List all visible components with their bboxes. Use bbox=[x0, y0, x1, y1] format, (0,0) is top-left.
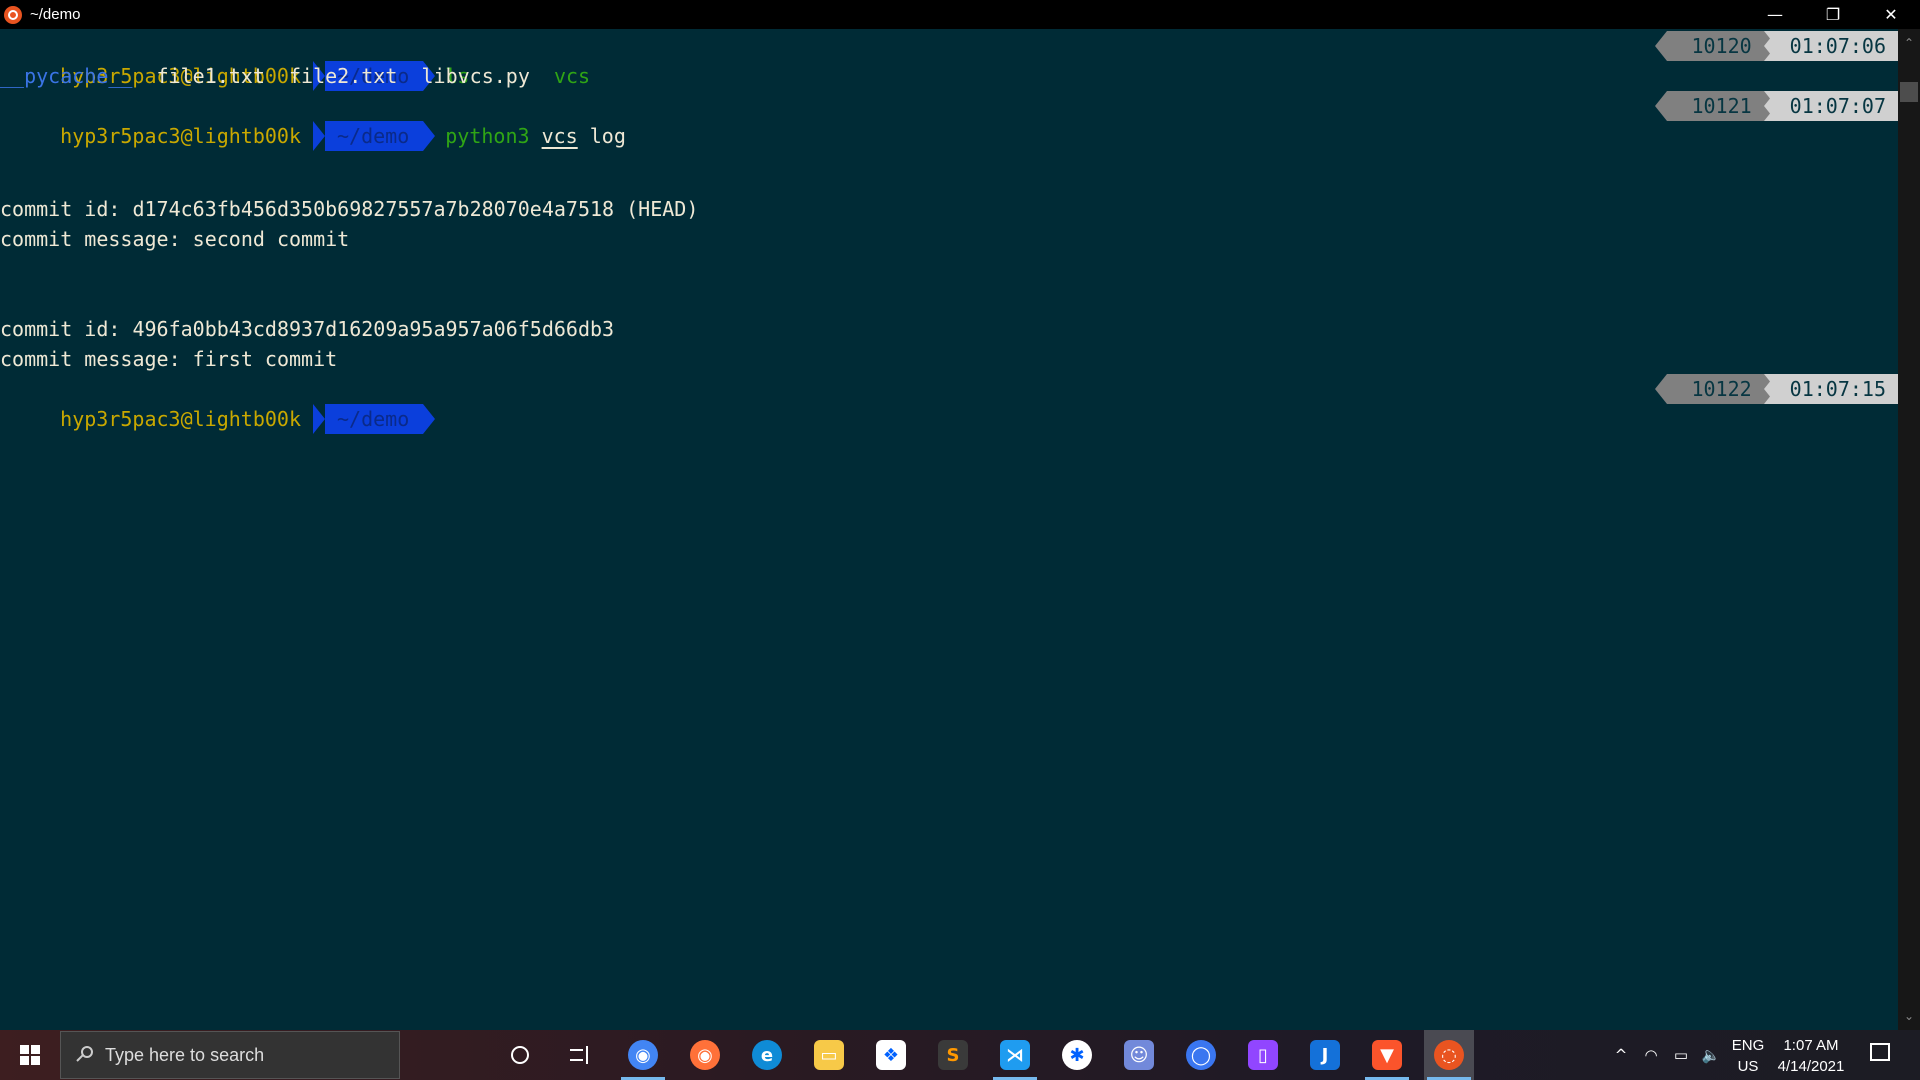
taskbar-app-dropbox[interactable]: ❖ bbox=[866, 1030, 916, 1080]
search-icon bbox=[75, 1046, 93, 1064]
taskbar: Type here to search ◉ ◉ e ▭ ❖ S ⋊ ✱ ☺ ◯ ▯ J ▼ ◌ ^ ◠ ▭… bbox=[0, 1030, 1920, 1080]
scroll-thumb[interactable] bbox=[1900, 82, 1918, 102]
ls-entry: file1.txt bbox=[156, 64, 265, 88]
right-prompt: 10121 01:07:07 bbox=[1655, 91, 1898, 121]
taskbar-app-signal[interactable]: ◯ bbox=[1176, 1030, 1226, 1080]
chevron-up-icon: ⌃ bbox=[1903, 36, 1915, 50]
clock-time: 1:07 AM bbox=[1783, 1037, 1839, 1054]
history-number: 10121 bbox=[1655, 91, 1764, 121]
file-explorer-icon: ▭ bbox=[814, 1040, 844, 1070]
brave-icon: ▼ bbox=[1372, 1040, 1402, 1070]
signal-icon: ◯ bbox=[1186, 1040, 1216, 1070]
command-arg: vcs bbox=[541, 124, 578, 148]
right-prompt: 10120 01:07:06 bbox=[1655, 31, 1898, 61]
ls-output: __pycache__ file1.txt file2.txt libvcs.p… bbox=[0, 61, 1898, 91]
search-box[interactable]: Type here to search bbox=[60, 1031, 400, 1079]
scrollbar[interactable]: ⌃ ⌄ bbox=[1898, 29, 1920, 1030]
taskbar-app-sublime-text[interactable]: S bbox=[928, 1030, 978, 1080]
taskbar-app-firefox[interactable]: ◉ bbox=[680, 1030, 730, 1080]
battery-button[interactable]: ▭ bbox=[1666, 1030, 1696, 1080]
taskbar-app-brave[interactable]: ▼ bbox=[1362, 1030, 1412, 1080]
ls-entry: file2.txt bbox=[289, 64, 398, 88]
scroll-down-button[interactable]: ⌄ bbox=[1898, 1006, 1920, 1026]
language-code: ENG bbox=[1731, 1037, 1765, 1054]
window-title-bar: ~/demo — ❐ ✕ bbox=[0, 0, 1920, 29]
window-controls: — ❐ ✕ bbox=[1746, 0, 1920, 29]
close-button[interactable]: ✕ bbox=[1862, 0, 1920, 29]
wifi-icon: ◠ bbox=[1644, 1046, 1658, 1064]
windows-icon bbox=[20, 1045, 40, 1065]
restore-icon: ❐ bbox=[1825, 5, 1841, 24]
taskbar-app-edge[interactable]: e bbox=[742, 1030, 792, 1080]
network-button[interactable]: ◠ bbox=[1636, 1030, 1666, 1080]
firefox-icon: ◉ bbox=[690, 1040, 720, 1070]
right-prompt: 10122 01:07:15 bbox=[1655, 374, 1898, 404]
terminal-view[interactable]: hyp3r5pac3@lightb00k ~/demo ls 10120 01:07… bbox=[0, 29, 1898, 1030]
prompt-line: hyp3r5pac3@lightb00k ~/demo python3 vcs lo… bbox=[0, 91, 1898, 151]
minimize-button[interactable]: — bbox=[1746, 0, 1804, 29]
log-line: commit id: 496fa0bb43cd8937d16209a95a957… bbox=[0, 317, 615, 341]
ubuntu-icon bbox=[4, 5, 22, 24]
task-view-icon bbox=[570, 1046, 590, 1064]
prompt-time: 01:07:07 bbox=[1763, 91, 1898, 121]
search-placeholder: Type here to search bbox=[105, 1044, 265, 1065]
history-number: 10122 bbox=[1655, 374, 1764, 404]
command-arg: log bbox=[589, 124, 626, 148]
battery-icon: ▭ bbox=[1673, 1046, 1689, 1064]
prompt-time: 01:07:06 bbox=[1763, 31, 1898, 61]
clock[interactable]: 1:07 AM 4/14/2021 bbox=[1770, 1035, 1852, 1077]
command: python3 bbox=[445, 124, 530, 148]
chevron-up-icon: ^ bbox=[1614, 1046, 1628, 1064]
volume-button[interactable]: 🔈 bbox=[1696, 1030, 1726, 1080]
window-title: ~/demo bbox=[30, 6, 81, 23]
taskbar-app-vscode[interactable]: ⋊ bbox=[990, 1030, 1040, 1080]
prompt-path: ~/demo bbox=[313, 121, 436, 151]
log-line: commit message: first commit bbox=[0, 347, 338, 371]
prompt-time: 01:07:15 bbox=[1763, 374, 1898, 404]
taskbar-app-file-explorer[interactable]: ▭ bbox=[804, 1030, 854, 1080]
prompt-line: hyp3r5pac3@lightb00k ~/demo 10122 01:07:1… bbox=[0, 374, 1898, 434]
log-line: commit id: d174c63fb456d350b69827557a7b2… bbox=[0, 197, 699, 221]
cortana-icon bbox=[511, 1046, 529, 1064]
notification-icon[interactable] bbox=[1870, 1043, 1890, 1061]
edge-icon: e bbox=[752, 1040, 782, 1070]
task-view-button[interactable] bbox=[555, 1030, 605, 1080]
ls-entry: __pycache__ bbox=[0, 64, 133, 88]
taskbar-app-twitch[interactable]: ▯ bbox=[1238, 1030, 1288, 1080]
chevron-down-icon: ⌄ bbox=[1903, 1009, 1915, 1023]
show-hidden-icons-button[interactable]: ^ bbox=[1606, 1030, 1636, 1080]
history-number: 10120 bbox=[1655, 31, 1764, 61]
discord-icon: ☺ bbox=[1124, 1040, 1154, 1070]
ls-entry: vcs bbox=[553, 64, 591, 88]
chrome-icon: ◉ bbox=[628, 1040, 658, 1070]
region-code: US bbox=[1737, 1058, 1759, 1075]
scroll-up-button[interactable]: ⌃ bbox=[1898, 33, 1920, 53]
prompt-line: hyp3r5pac3@lightb00k ~/demo ls 10120 01:07… bbox=[0, 31, 1898, 91]
ls-entry: libvcs.py bbox=[421, 64, 530, 88]
language-indicator[interactable]: ENG US bbox=[1726, 1035, 1770, 1077]
slack-icon: ✱ bbox=[1062, 1040, 1092, 1070]
log-line: commit message: second commit bbox=[0, 227, 350, 251]
volume-icon: 🔈 bbox=[1701, 1046, 1721, 1064]
taskbar-app-chrome[interactable]: ◉ bbox=[618, 1030, 668, 1080]
vscode-icon: ⋊ bbox=[1000, 1040, 1030, 1070]
prompt-path: ~/demo bbox=[313, 404, 436, 434]
ubuntu-terminal-icon: ◌ bbox=[1434, 1040, 1464, 1070]
taskbar-app-ubuntu-terminal[interactable]: ◌ bbox=[1424, 1030, 1474, 1080]
taskbar-app-slack[interactable]: ✱ bbox=[1052, 1030, 1102, 1080]
cortana-button[interactable] bbox=[495, 1030, 545, 1080]
clock-date: 4/14/2021 bbox=[1777, 1058, 1845, 1075]
restore-button[interactable]: ❐ bbox=[1804, 0, 1862, 29]
minimize-icon: — bbox=[1767, 5, 1783, 24]
dropbox-icon: ❖ bbox=[876, 1040, 906, 1070]
prompt-user: hyp3r5pac3@lightb00k bbox=[60, 407, 301, 431]
close-icon: ✕ bbox=[1884, 5, 1898, 24]
sublime-text-icon: S bbox=[938, 1040, 968, 1070]
start-button[interactable] bbox=[0, 1030, 60, 1080]
joplin-icon: J bbox=[1310, 1040, 1340, 1070]
taskbar-app-joplin[interactable]: J bbox=[1300, 1030, 1350, 1080]
twitch-icon: ▯ bbox=[1248, 1040, 1278, 1070]
prompt-user: hyp3r5pac3@lightb00k bbox=[60, 124, 301, 148]
taskbar-app-discord[interactable]: ☺ bbox=[1114, 1030, 1164, 1080]
